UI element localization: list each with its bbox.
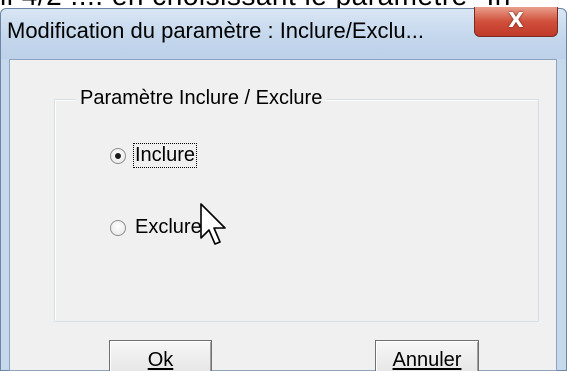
dialog-title: Modification du paramètre : Inclure/Excl… <box>7 18 424 43</box>
dialog-client-area: Paramètre Inclure / Exclure Inclure Excl… <box>9 59 557 371</box>
close-icon: X <box>508 8 524 32</box>
dialog-window: Modification du paramètre : Inclure/Excl… <box>0 7 567 371</box>
radio-button-exclure[interactable] <box>110 219 126 236</box>
group-box-label: Paramètre Inclure / Exclure <box>76 87 327 110</box>
mouse-pointer-icon <box>200 203 226 245</box>
ok-button[interactable]: Ok <box>109 340 212 371</box>
cancel-button[interactable]: Annuler <box>375 340 479 371</box>
parameter-group-box <box>54 99 539 322</box>
close-button[interactable]: X <box>474 7 558 37</box>
radio-label-inclure[interactable]: Inclure <box>132 143 198 168</box>
radio-option-exclure[interactable]: Exclure <box>110 216 203 239</box>
radio-label-exclure[interactable]: Exclure <box>134 216 203 239</box>
radio-option-inclure[interactable]: Inclure <box>110 143 198 168</box>
radio-button-inclure[interactable] <box>110 147 126 164</box>
screenshot-stage: ll 4/2 .... en choisissant le paramètre … <box>0 0 567 371</box>
